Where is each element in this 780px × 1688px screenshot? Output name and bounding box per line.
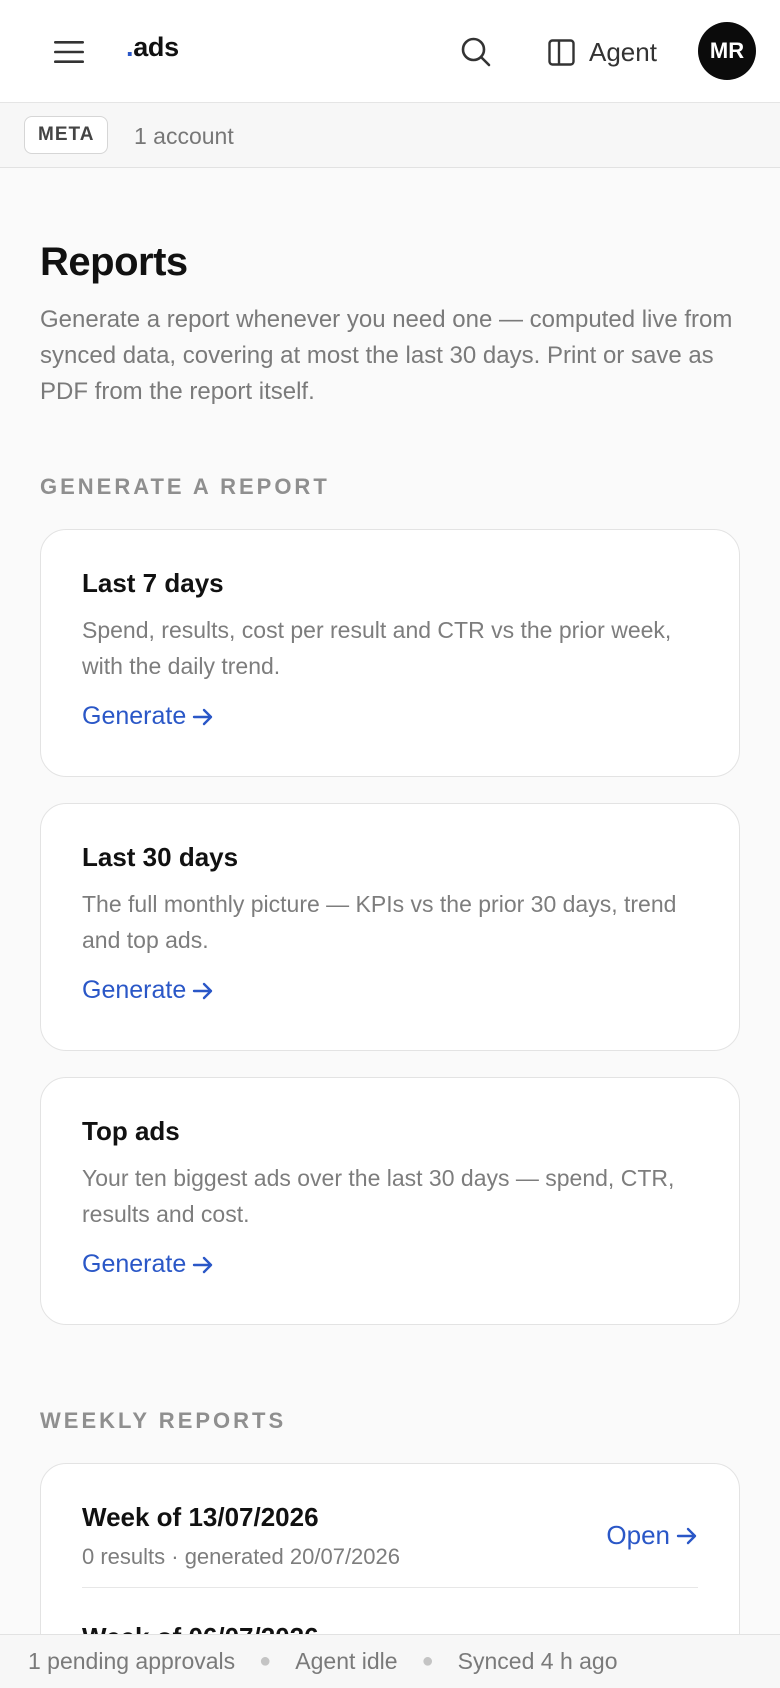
sync-status: Synced 4 h ago [457, 1648, 618, 1674]
hamburger-menu-icon [54, 41, 84, 63]
page-description: Generate a report whenever you need one … [40, 306, 733, 405]
weekly-reports-list: Week of 13/07/2026 0 results · generated… [40, 1463, 740, 1663]
week-meta: 0 results · generated 20/07/2026 [82, 1544, 401, 1569]
card-description: The full monthly picture — KPIs vs the p… [82, 891, 677, 953]
generate-button[interactable]: Generate [82, 702, 214, 731]
separator-dot: ● [259, 1650, 272, 1672]
arrow-right-icon [193, 1256, 213, 1273]
generate-label: Generate [82, 1250, 187, 1278]
report-card-last-30-days: Last 30 days The full monthly picture — … [40, 803, 740, 1051]
search-icon [461, 37, 491, 67]
card-title: Top ads [82, 1116, 180, 1146]
card-title: Last 30 days [82, 842, 239, 872]
list-item[interactable]: Week of 13/07/2026 0 results · generated… [82, 1502, 698, 1588]
status-bar: 1 pending approvals ● Agent idle ● Synce… [0, 1634, 780, 1688]
avatar[interactable]: MR [698, 22, 756, 80]
top-bar: .ads Agent MR [0, 0, 780, 103]
side-panel-icon [548, 38, 575, 66]
arrow-right-icon [193, 982, 213, 999]
card-description: Spend, results, cost per result and CTR … [82, 617, 672, 679]
weekly-section-label: WEEKLY REPORTS [40, 1408, 287, 1433]
search-button[interactable] [452, 28, 500, 76]
week-title: Week of 13/07/2026 [82, 1502, 319, 1532]
generate-button[interactable]: Generate [82, 1250, 214, 1279]
report-card-top-ads: Top ads Your ten biggest ads over the la… [40, 1077, 740, 1325]
agent-label: Agent [589, 36, 657, 67]
open-button[interactable]: Open [606, 1520, 698, 1551]
account-bar: META 1 account [0, 103, 780, 168]
pending-approvals[interactable]: 1 pending approvals [28, 1648, 235, 1675]
generate-button[interactable]: Generate [82, 976, 214, 1005]
card-description: Your ten biggest ads over the last 30 da… [82, 1165, 675, 1227]
generate-label: Generate [82, 702, 187, 730]
arrow-right-icon [676, 1527, 697, 1544]
app-logo[interactable]: .ads [126, 32, 179, 63]
account-count: 1 account [134, 123, 234, 149]
card-title: Last 7 days [82, 568, 224, 598]
page-title: Reports [40, 240, 188, 284]
report-card-last-7-days: Last 7 days Spend, results, cost per res… [40, 529, 740, 777]
arrow-right-icon [193, 708, 213, 725]
open-label: Open [606, 1520, 670, 1550]
agent-panel-button[interactable]: Agent [548, 28, 657, 76]
generate-section-label: GENERATE A REPORT [40, 474, 330, 499]
platform-chip[interactable]: META [24, 116, 109, 154]
separator-dot: ● [421, 1650, 434, 1672]
generate-label: Generate [82, 976, 187, 1004]
logo-text: ads [133, 32, 179, 62]
agent-status: Agent idle [295, 1648, 398, 1674]
menu-button[interactable] [44, 30, 94, 74]
